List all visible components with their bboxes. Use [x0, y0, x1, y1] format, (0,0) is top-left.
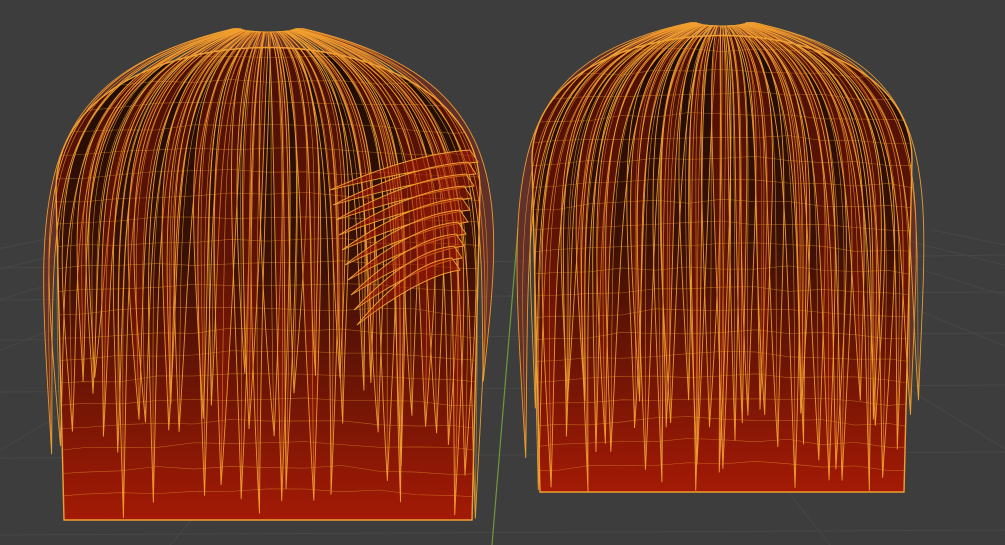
- hair-mesh-right[interactable]: [516, 22, 925, 493]
- y-axis-line: [491, 227, 519, 545]
- 3d-viewport[interactable]: [0, 0, 1005, 545]
- hair-mesh-left[interactable]: [43, 28, 495, 521]
